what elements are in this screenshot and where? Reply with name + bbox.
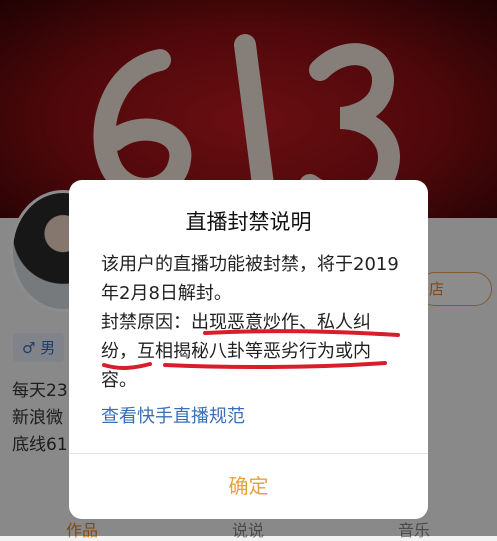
ban-reason-text: 封禁原因：出现恶意炒作、私人纠纷，互相揭秘八卦等恶劣行为或内容。 (101, 308, 401, 395)
ban-reason-label: 封禁原因： (101, 312, 191, 333)
live-rules-link[interactable]: 查看快手直播规范 (101, 402, 245, 428)
ban-notice-dialog: 直播封禁说明 该用户的直播功能被封禁，将于2019年2月8日解封。 封禁原因：出… (69, 180, 428, 519)
ban-status-text: 该用户的直播功能被封禁，将于2019年2月8日解封。 (101, 254, 399, 304)
confirm-button[interactable]: 确定 (69, 454, 428, 519)
dialog-body: 该用户的直播功能被封禁，将于2019年2月8日解封。 封禁原因：出现恶意炒作、私… (101, 250, 401, 395)
dialog-title: 直播封禁说明 (185, 210, 312, 234)
